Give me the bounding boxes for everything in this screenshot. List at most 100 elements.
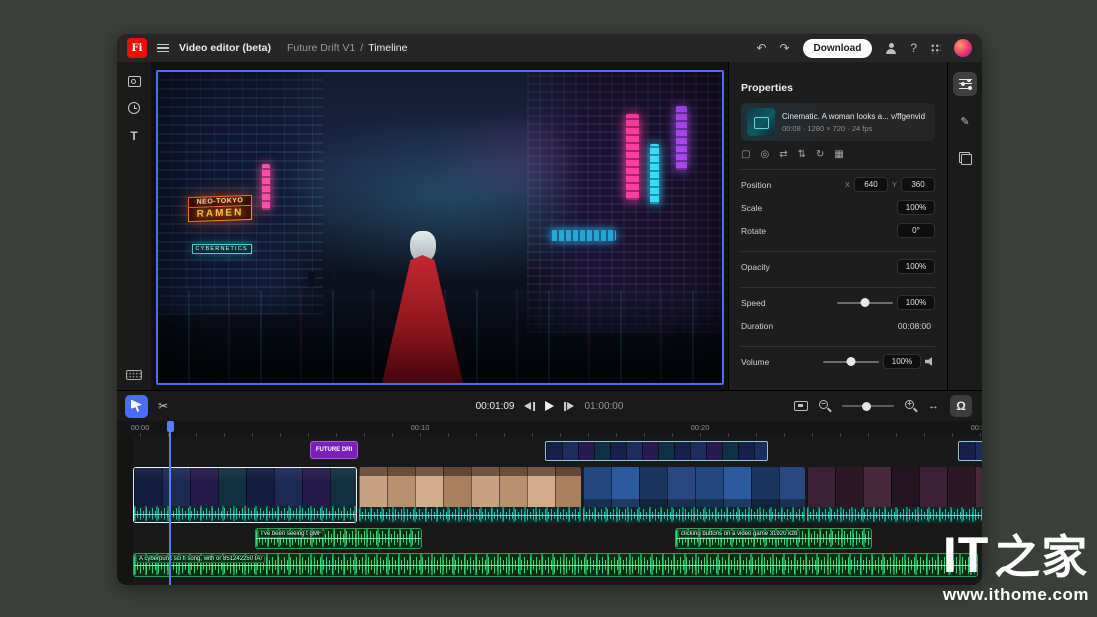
duration-label: Duration <box>741 321 773 331</box>
clip-audio-waveform <box>134 506 356 522</box>
volume-input[interactable] <box>883 354 921 369</box>
breadcrumb[interactable]: Future Drift V1 / Timeline <box>287 42 408 54</box>
cybernetics-sign: CYBERNETICS <box>192 244 252 254</box>
zoom-in-icon[interactable]: + <box>905 400 917 412</box>
snap-magnet-button[interactable]: Ω <box>950 395 972 417</box>
caped-figure <box>380 231 466 383</box>
undo-icon[interactable]: ↶ <box>756 42 766 54</box>
timeline-toolbar: ✂ 00:01:09 01:00:00 − + ↔ Ω <box>117 391 982 421</box>
rotate-input[interactable] <box>897 223 935 238</box>
preview-canvas[interactable]: NEO-TOKYO RAMEN CYBERNETICS <box>156 70 724 385</box>
audio-clip[interactable]: clicking buttons on a video game 31920 k… <box>675 528 872 549</box>
volume-slider[interactable] <box>823 361 879 363</box>
position-label: Position <box>741 180 771 190</box>
redo-icon[interactable]: ↷ <box>779 42 789 54</box>
divider <box>741 287 935 288</box>
skip-forward-button[interactable] <box>564 402 575 411</box>
video-clip-segment[interactable] <box>359 467 581 523</box>
rotate-row: Rotate <box>741 219 935 242</box>
download-button[interactable]: Download <box>803 39 873 58</box>
neon-sign <box>550 230 616 241</box>
audio-clip-label: I've been seeing t gMF <box>258 530 325 538</box>
properties-tab-button[interactable] <box>953 72 977 96</box>
scale-input[interactable] <box>897 200 935 215</box>
video-clip-segment-selected[interactable] <box>133 467 357 523</box>
scene-buildings-left <box>158 72 323 315</box>
audio-clip[interactable]: I've been seeing t gMF <box>255 528 422 549</box>
rotate-icon[interactable]: ↻ <box>816 150 824 160</box>
selected-clip-card[interactable]: Cinematic. A woman looks a... v/ffgenvid… <box>741 103 935 141</box>
speed-label: Speed <box>741 298 766 308</box>
layers-icon <box>959 152 972 165</box>
pedestrian <box>324 273 331 285</box>
breadcrumb-project[interactable]: Future Drift V1 <box>287 42 355 54</box>
properties-panel: Properties Cinematic. A woman looks a...… <box>728 62 947 390</box>
flip-vertical-icon[interactable]: ⇅ <box>798 150 806 160</box>
clip-thumbnail <box>747 108 775 136</box>
edit-tab-button[interactable]: ✎ <box>953 109 977 133</box>
apps-grid-icon[interactable] <box>930 43 941 54</box>
video-clip-segment[interactable] <box>807 467 982 523</box>
keyboard-shortcuts-icon[interactable] <box>126 370 142 380</box>
pedestrian <box>308 272 315 287</box>
audio-clip-label: clicking buttons on a video game 31920 k… <box>678 530 800 538</box>
share-user-icon[interactable] <box>885 43 897 54</box>
firefly-logo[interactable]: Fi <box>127 38 147 58</box>
video-clip-segment[interactable] <box>583 467 805 523</box>
scale-row: Scale <box>741 196 935 219</box>
divider <box>741 346 935 347</box>
timeline-ruler[interactable]: 00:00 00:10 00:20 00:30 <box>117 421 982 437</box>
duration-row: Duration 00:08:00 <box>741 314 935 337</box>
mask-icon[interactable]: ◎ <box>760 150 769 160</box>
skip-back-button[interactable] <box>525 402 536 411</box>
overlay-video-clip[interactable] <box>545 441 768 461</box>
timeline-zoom-controls: − + ↔ Ω <box>794 395 974 417</box>
text-tool-icon[interactable]: T <box>130 129 137 143</box>
fit-preview-icon[interactable] <box>794 401 808 411</box>
clip-audio-waveform <box>359 507 581 523</box>
ithome-logo: IT 之家 <box>943 530 1089 580</box>
video-frame: NEO-TOKYO RAMEN CYBERNETICS <box>158 72 722 383</box>
crop-icon[interactable]: ▢ <box>741 150 750 160</box>
avatar[interactable] <box>954 39 972 57</box>
menu-icon[interactable] <box>157 44 169 52</box>
music-clip[interactable]: A cyberpunc sci fi song, with or 8512422… <box>133 553 978 577</box>
flip-horizontal-icon[interactable]: ⇄ <box>779 150 787 160</box>
clip-audio-waveform <box>583 507 805 523</box>
volume-row: Volume <box>741 350 935 373</box>
speed-input[interactable] <box>897 295 935 310</box>
body: T NEO-TOKYO RAMEN <box>117 62 982 390</box>
neon-sign <box>626 114 639 200</box>
zoom-slider-knob[interactable] <box>862 402 871 411</box>
position-x-input[interactable] <box>854 177 888 192</box>
background-icon[interactable]: ▦ <box>834 150 843 160</box>
title-text-clip[interactable]: FUTURE DRI <box>310 441 358 459</box>
clip-info: Cinematic. A woman looks a... v/ffgenvid… <box>782 112 925 133</box>
select-tool-button[interactable] <box>125 395 148 418</box>
transform-icon-row: ▢ ◎ ⇄ ⇅ ↻ ▦ <box>741 150 935 160</box>
history-clock-icon[interactable] <box>128 102 140 114</box>
position-y-input[interactable] <box>901 177 935 192</box>
ramen-sign-line2: RAMEN <box>188 206 252 222</box>
volume-slider-knob[interactable] <box>847 357 856 366</box>
ithome-logo-it: IT <box>943 530 989 580</box>
help-icon[interactable]: ? <box>910 42 917 54</box>
speed-slider-knob[interactable] <box>861 298 870 307</box>
stage: Fi Video editor (beta) Future Drift V1 /… <box>0 0 1097 617</box>
app-title: Video editor (beta) <box>179 42 271 54</box>
layers-tab-button[interactable] <box>953 146 977 170</box>
playhead[interactable] <box>169 421 171 585</box>
opacity-input[interactable] <box>897 259 935 274</box>
speaker-icon[interactable] <box>925 357 935 366</box>
media-icon[interactable] <box>128 76 141 87</box>
zoom-slider[interactable] <box>842 405 894 407</box>
speed-slider[interactable] <box>837 302 893 304</box>
zoom-out-icon[interactable]: − <box>819 400 831 412</box>
edit-pencil-icon: ✎ <box>960 115 969 128</box>
speed-row: Speed <box>741 291 935 314</box>
fit-timeline-icon[interactable]: ↔ <box>928 400 939 412</box>
overlay-video-clip-partial[interactable] <box>958 441 982 461</box>
preview-area: NEO-TOKYO RAMEN CYBERNETICS <box>151 62 728 390</box>
play-button[interactable] <box>545 401 554 411</box>
split-scissors-icon[interactable]: ✂ <box>158 399 168 413</box>
